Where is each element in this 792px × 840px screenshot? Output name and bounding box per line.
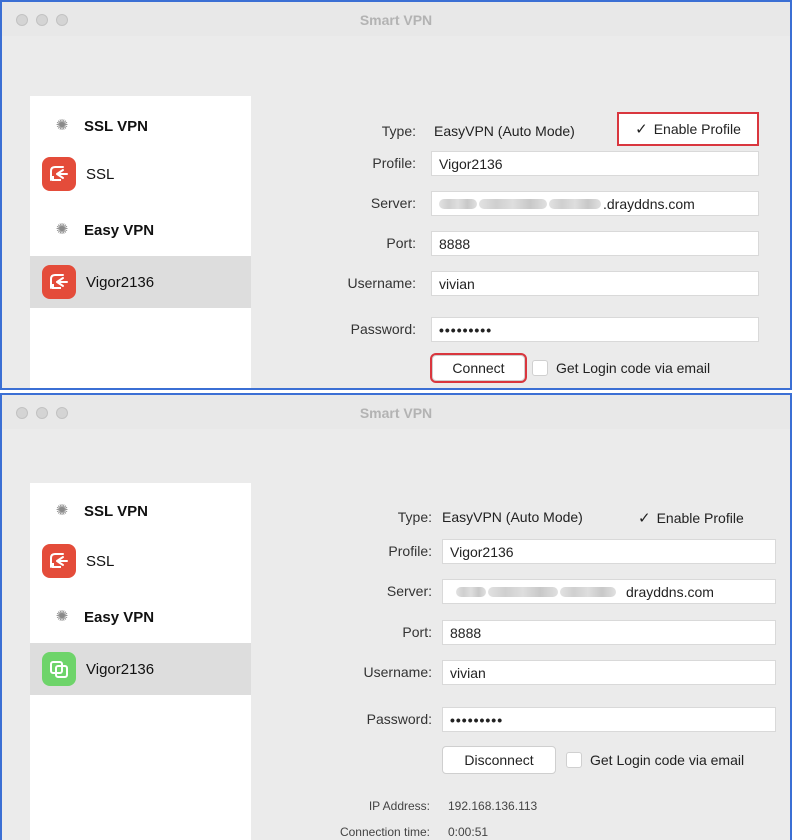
vpn-profile-icon: [42, 157, 76, 191]
globe-icon: ✺: [55, 117, 69, 134]
sidebar-header-ssl-vpn: ✺ SSL VPN: [55, 502, 148, 520]
ip-address-label: IP Address:: [368, 799, 430, 813]
sidebar-item-vigor2136[interactable]: Vigor2136: [30, 256, 251, 308]
profile-label: Profile:: [388, 543, 432, 559]
title-bar: Smart VPN: [2, 2, 790, 36]
login-code-checkbox[interactable]: [532, 360, 548, 376]
sidebar: ✺ SSL VPN SSL ✺ Easy VPN Vigor2136: [30, 483, 251, 840]
sidebar-item-ssl[interactable]: SSL: [30, 148, 251, 200]
type-label: Type:: [381, 123, 416, 139]
redacted-text: [456, 586, 486, 597]
port-label: Port:: [402, 624, 432, 640]
sidebar-header-easy-vpn: ✺ Easy VPN: [55, 221, 155, 239]
enable-profile-checkbox[interactable]: ✓ Enable Profile: [617, 112, 759, 146]
title-bar: Smart VPN: [2, 395, 790, 429]
vpn-profile-icon: [42, 265, 76, 299]
port-field[interactable]: 8888: [431, 231, 759, 256]
password-field[interactable]: •••••••••: [431, 317, 759, 342]
profile-field[interactable]: Vigor2136: [442, 539, 776, 564]
type-value: EasyVPN (Auto Mode): [442, 509, 583, 525]
port-label: Port:: [386, 235, 416, 251]
ip-address-value: 192.168.136.113: [448, 799, 538, 813]
globe-icon: ✺: [55, 502, 69, 519]
username-field[interactable]: vivian: [442, 660, 776, 685]
login-code-checkbox[interactable]: [566, 752, 582, 768]
sidebar: ✺ SSL VPN SSL ✺ Easy VPN Vigor2136: [30, 96, 251, 388]
disconnect-button[interactable]: Disconnect: [442, 746, 556, 774]
username-field[interactable]: vivian: [431, 271, 759, 296]
server-field[interactable]: drayddns.com: [442, 579, 776, 604]
server-label: Server:: [386, 583, 432, 599]
username-label: Username:: [347, 275, 416, 291]
login-code-label: Get Login code via email: [590, 752, 745, 768]
password-field[interactable]: •••••••••: [442, 707, 776, 732]
username-label: Username:: [363, 664, 432, 680]
type-label: Type:: [397, 509, 432, 525]
profile-field[interactable]: Vigor2136: [431, 151, 759, 176]
connection-time-label: Connection time:: [339, 825, 430, 839]
smart-vpn-window-connected: Smart VPN ✺ SSL VPN SSL ✺ Easy VPN Vigor…: [0, 393, 792, 840]
sidebar-item-ssl[interactable]: SSL: [30, 535, 251, 587]
server-field[interactable]: .drayddns.com: [431, 191, 759, 216]
window-title: Smart VPN: [359, 12, 433, 28]
vpn-profile-icon: [42, 544, 76, 578]
password-label: Password:: [366, 711, 432, 727]
sidebar-item-vigor2136[interactable]: Vigor2136: [30, 643, 251, 695]
connection-time-value: 0:00:51: [448, 825, 489, 839]
type-value: EasyVPN (Auto Mode): [434, 123, 575, 139]
port-field[interactable]: 8888: [442, 620, 776, 645]
sidebar-header-easy-vpn: ✺ Easy VPN: [55, 608, 155, 626]
login-code-label: Get Login code via email: [556, 360, 711, 376]
window-title: Smart VPN: [359, 405, 433, 421]
checkmark-icon: ✓: [635, 121, 648, 138]
smart-vpn-window-disconnected: Smart VPN ✺ SSL VPN SSL ✺ Easy VPN Vigor…: [0, 0, 792, 390]
profile-label: Profile:: [372, 155, 416, 171]
globe-icon: ✺: [55, 608, 69, 625]
password-label: Password:: [350, 321, 416, 337]
sidebar-header-ssl-vpn: ✺ SSL VPN: [55, 117, 148, 135]
vpn-connected-icon: [42, 652, 76, 686]
server-label: Server:: [370, 195, 416, 211]
globe-icon: ✺: [55, 221, 69, 238]
enable-profile-checkbox[interactable]: ✓ Enable Profile: [638, 509, 744, 527]
redacted-text: [439, 198, 477, 209]
checkmark-icon: ✓: [638, 510, 651, 527]
connect-button[interactable]: Connect: [430, 353, 527, 383]
